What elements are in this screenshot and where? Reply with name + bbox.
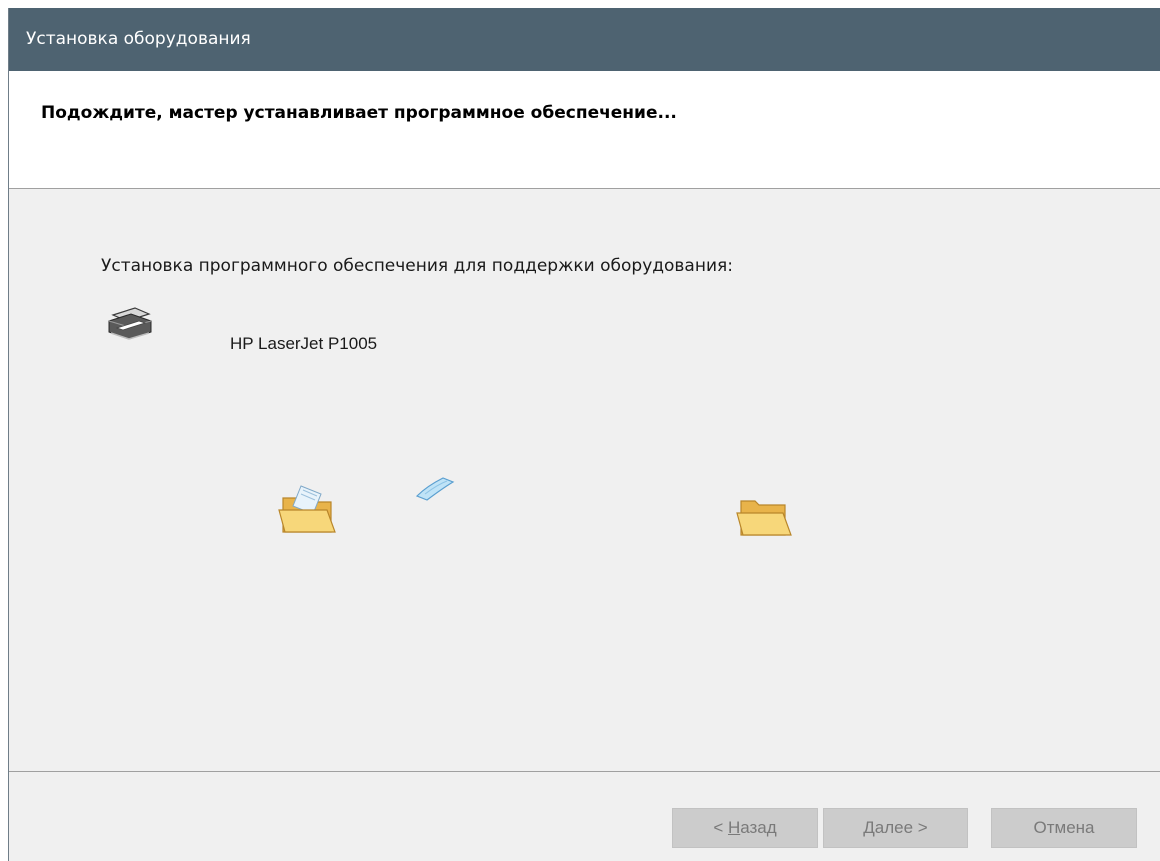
next-button[interactable]: Далее > <box>823 808 968 848</box>
next-button-hotkey: Д <box>863 818 875 837</box>
back-button-hotkey: Н <box>727 818 741 837</box>
printer-icon <box>108 307 152 340</box>
back-button[interactable]: < Назад <box>672 808 818 848</box>
folder-open-icon <box>736 500 792 536</box>
back-button-label: азад <box>740 818 777 837</box>
device-name: HP LaserJet P1005 <box>230 334 378 353</box>
paper-icon <box>415 477 455 501</box>
wizard-heading: Подождите, мастер устанавливает программ… <box>41 103 677 123</box>
folder-open-icon <box>278 485 336 533</box>
next-button-label: алее > <box>874 818 928 837</box>
window-title: Установка оборудования <box>9 8 1160 71</box>
hardware-wizard-window: Установка оборудования Подождите, мастер… <box>8 8 1160 861</box>
wizard-header: Подождите, мастер устанавливает программ… <box>9 71 1160 189</box>
cancel-button[interactable]: Отмена <box>991 808 1137 848</box>
install-intro-text: Установка программного обеспечения для п… <box>101 256 733 276</box>
footer-divider <box>9 771 1160 772</box>
back-button-prefix: < <box>713 818 728 837</box>
wizard-content: Установка программного обеспечения для п… <box>9 190 1160 772</box>
